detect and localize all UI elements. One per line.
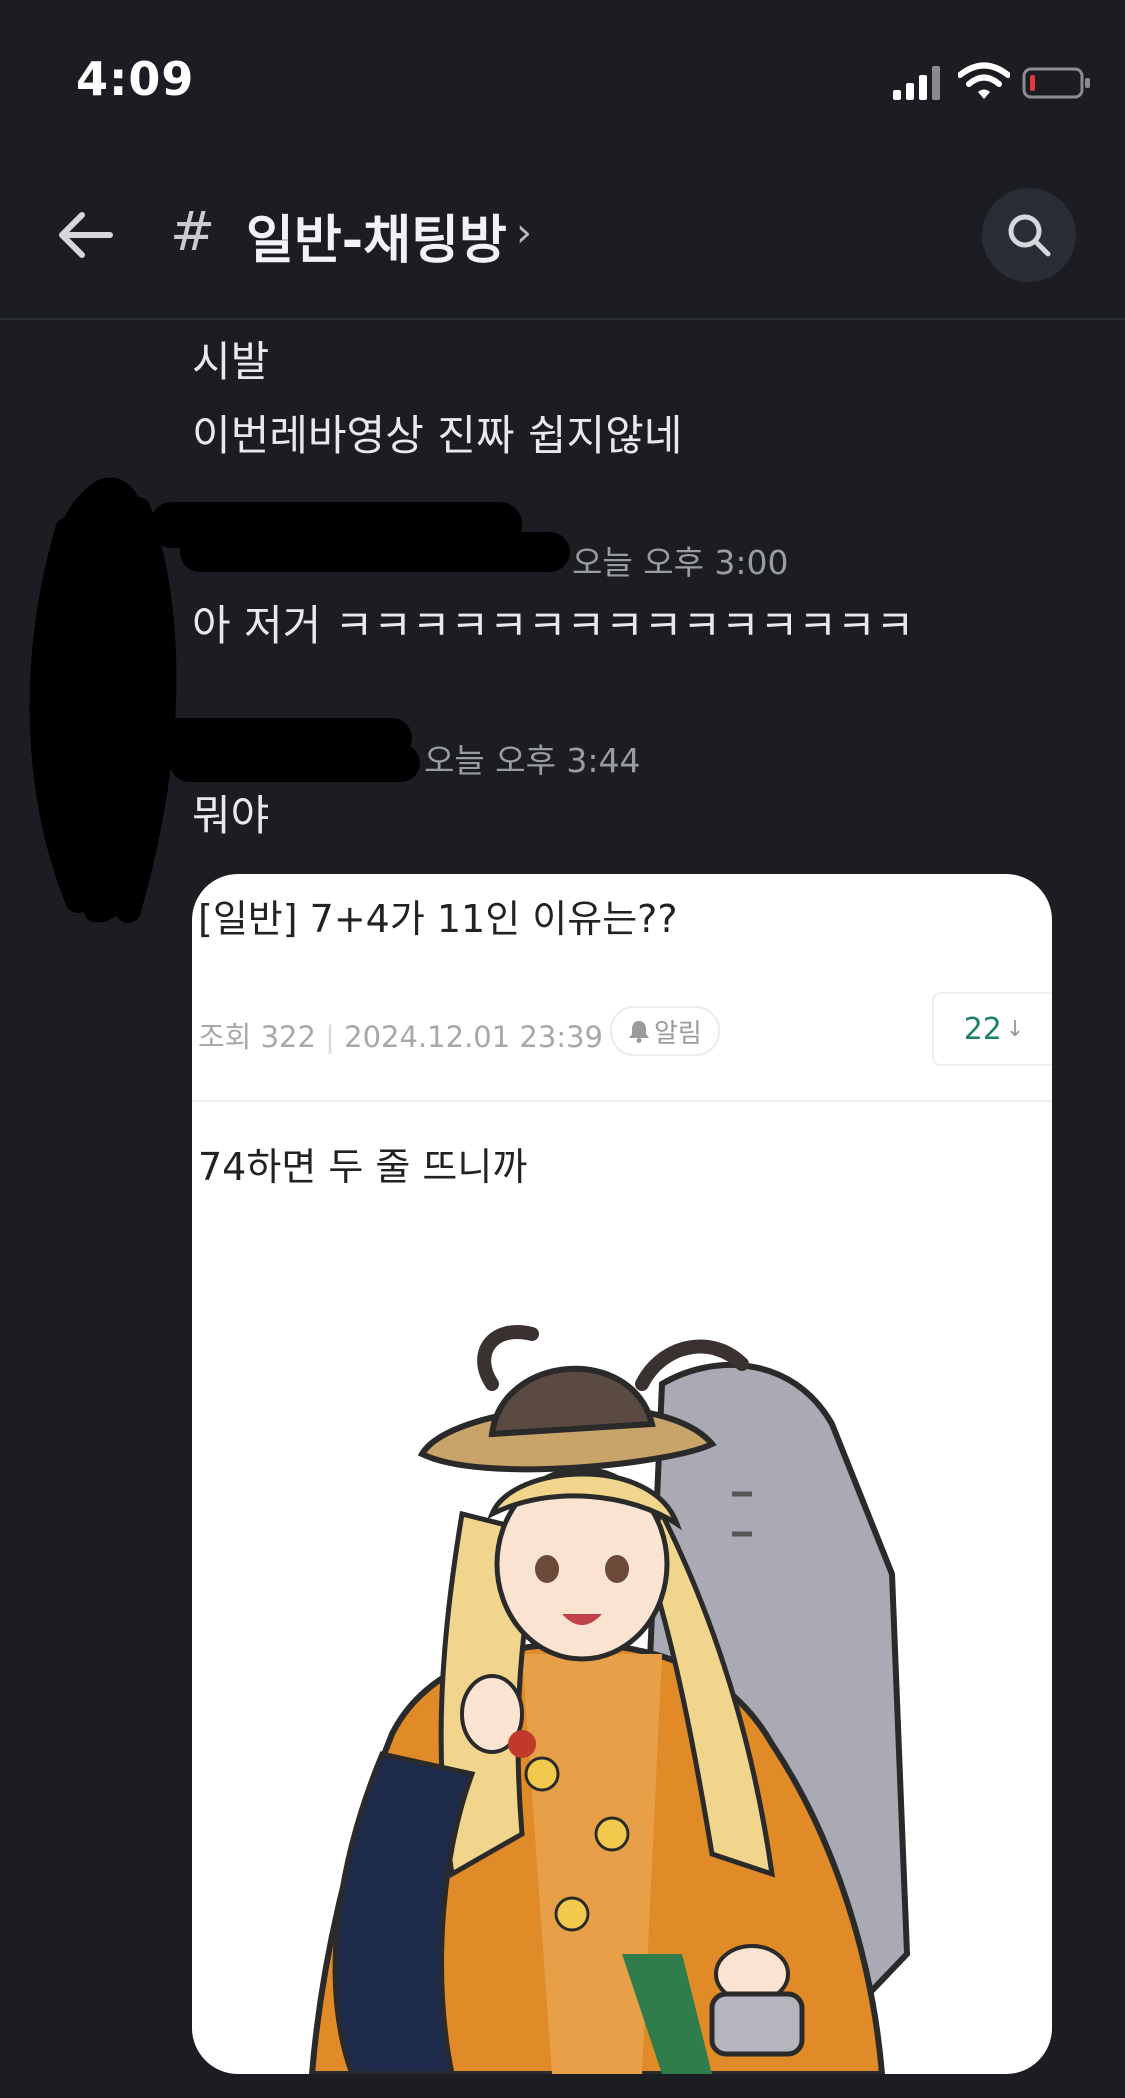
- arrow-down-icon: ↓: [1005, 1016, 1025, 1042]
- channel-hash-icon: #: [170, 200, 216, 263]
- search-icon: [1008, 214, 1051, 257]
- back-button[interactable]: [50, 200, 120, 270]
- shared-image-attachment[interactable]: [일반] 7+4가 11인 이유는?? 조회 322 | 2024.12.01 …: [192, 874, 1052, 2074]
- redacted-username: [180, 532, 570, 572]
- message-list[interactable]: 시발 이번레바영상 진짜 쉽지않네 오늘 오후 3:00 아 저거 ㅋㅋㅋㅋㅋㅋ…: [0, 320, 1125, 2098]
- message-text: 시발: [192, 337, 270, 386]
- post-body: 74하면 두 줄 뜨니까: [198, 1145, 528, 1189]
- channel-title[interactable]: 일반-채팅방: [246, 198, 507, 273]
- wifi-icon: [958, 62, 1010, 99]
- message-timestamp: 오늘 오후 3:00: [572, 543, 789, 582]
- status-bar: 4:09: [0, 0, 1125, 150]
- message-text: 뭐야: [192, 791, 270, 840]
- alarm-label: 알림: [654, 1018, 702, 1049]
- bell-icon: [629, 1021, 649, 1043]
- post-views: 조회 322: [198, 1020, 316, 1054]
- comment-count-box: 22 ↓: [932, 992, 1052, 1066]
- post-meta: 조회 322 | 2024.12.01 23:39: [198, 1020, 603, 1054]
- battery-low-icon: [1022, 67, 1090, 99]
- post-datetime: 2024.12.01 23:39: [344, 1020, 603, 1054]
- cellular-signal-icon: [893, 66, 940, 100]
- redacted-username: [170, 744, 420, 782]
- comment-count: 22: [963, 1011, 1002, 1047]
- alarm-chip: 알림: [610, 1006, 720, 1056]
- channel-header: # 일반-채팅방 ›: [0, 150, 1125, 320]
- chevron-right-icon[interactable]: ›: [516, 210, 532, 256]
- message-timestamp: 오늘 오후 3:44: [424, 741, 641, 780]
- search-button[interactable]: [982, 188, 1076, 282]
- post-title: [일반] 7+4가 11인 이유는??: [198, 897, 678, 941]
- divider: [192, 1100, 1052, 1102]
- anime-character-illustration: [308, 1325, 911, 2074]
- status-time: 4:09: [76, 52, 195, 106]
- message-text: 이번레바영상 진짜 쉽지않네: [192, 411, 683, 460]
- arrow-left-icon: [59, 212, 113, 258]
- message-text: 아 저거 ㅋㅋㅋㅋㅋㅋㅋㅋㅋㅋㅋㅋㅋㅋㅋ: [192, 601, 915, 650]
